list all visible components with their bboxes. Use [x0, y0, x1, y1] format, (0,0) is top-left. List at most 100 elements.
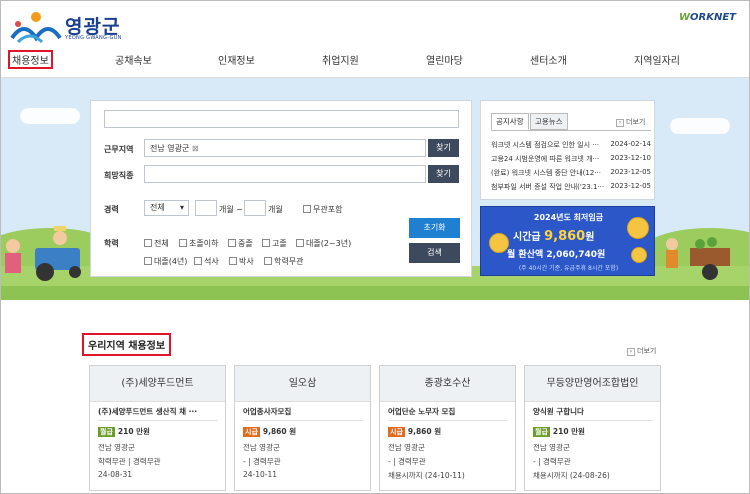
chevron-down-icon: ▾ [179, 203, 184, 212]
worknet-logo-text: ORKNET [690, 12, 737, 23]
region-field[interactable]: 전남 영광군 ⊠ [144, 139, 426, 157]
card-divider [98, 420, 218, 421]
edu-option-label: 석사 [204, 257, 219, 266]
checkbox-icon [228, 239, 236, 247]
deadline: 채용시까지 (24-10-11) [388, 471, 465, 480]
nav-open-forum[interactable]: 열린마당 [426, 52, 463, 67]
job-card[interactable]: (주)세양푸드먼트 (주)세양푸드먼트 생산직 채 ··· 월급 210 만원 전… [89, 365, 226, 491]
job-type-find-button[interactable]: 찾기 [428, 165, 459, 183]
region-find-button[interactable]: 찾기 [428, 139, 459, 157]
nav-public-recruit[interactable]: 공채속보 [115, 52, 152, 67]
yeonggwang-logo[interactable]: 영광군 YEONG GWANG-GUN [10, 8, 140, 44]
notice-title: 고용24 시범운영에 따른 워크넷 개··· [491, 155, 600, 163]
notice-item[interactable]: 워크넷 시스템 점검으로 인한 일시 ··· 2024-02-14 [491, 140, 651, 150]
card-divider [388, 420, 508, 421]
pay-info: 월급 210 만원 [533, 426, 585, 437]
career-month-unit: 개월 [268, 205, 283, 214]
edu-option-label: 대졸(2~3년) [306, 239, 352, 248]
card-divider [243, 420, 363, 421]
farmer-tractor-illustration [5, 226, 81, 281]
edu-option-elementary[interactable]: 초졸이하 [179, 238, 218, 249]
notice-date: 2024-02-14 [610, 140, 651, 148]
wage-title: 2024년도 최저임금 [533, 213, 604, 222]
notice-item[interactable]: 첨부파일 서버 증설 작업 안내('23.1··· 2023-12-05 [491, 182, 651, 192]
checkbox-icon [303, 205, 311, 213]
notice-more-label: 더보기 [626, 118, 646, 126]
tab-notices[interactable]: 공지사항 [491, 113, 529, 130]
edu-option-label: 초졸이하 [189, 239, 219, 248]
logo-mark-icon [10, 12, 62, 44]
edu-option-college-4[interactable]: 대졸(4년) [144, 256, 187, 267]
arrow-right-icon: › [627, 348, 635, 356]
edu-option-any[interactable]: 학력무관 [264, 256, 303, 267]
edu-option-master[interactable]: 석사 [194, 256, 219, 267]
edu-option-label: 박사 [239, 257, 254, 266]
notice-date: 2023-12-05 [610, 182, 651, 190]
job-card[interactable]: 종광호수산 어업단순 노무자 모집 시급 9,860 원 전남 영광군 - | 경… [379, 365, 516, 491]
notice-more-link[interactable]: › 더보기 [616, 117, 645, 127]
requirements: - | 경력무관 [388, 457, 426, 466]
ground-decoration [0, 286, 750, 300]
cart-illustration [666, 237, 730, 280]
coin-icon [489, 233, 509, 253]
region-label: 근무지역 [104, 145, 134, 154]
wage-note: (주 40시간 기준, 유급주휴 8시간 포함) [518, 265, 619, 272]
region-remove-icon[interactable]: ⊠ [192, 144, 199, 153]
career-min-input[interactable] [195, 200, 217, 216]
notice-item[interactable]: (완료) 워크넷 시스템 중단 안내(12··· 2023-12-05 [491, 168, 651, 178]
search-button[interactable]: 검색 [409, 243, 460, 263]
work-region: 전남 영광군 [388, 443, 425, 452]
job-card[interactable]: 무등양만영어조합법인 양식원 구합니다 월급 210 만원 전남 영광군 - | … [524, 365, 661, 491]
job-card[interactable]: 일오삼 어업종사자모집 시급 9,860 원 전남 영광군 - | 경력무관 24… [234, 365, 371, 491]
job-type-field[interactable] [144, 165, 426, 183]
cloud-decoration [670, 118, 730, 134]
checkbox-icon [194, 257, 202, 265]
checkbox-icon [144, 239, 152, 247]
notice-title: 첨부파일 서버 증설 작업 안내('23.1··· [491, 183, 605, 191]
company-name: 무등양만영어조합법인 [525, 366, 660, 402]
logo-subtitle: YEONG GWANG-GUN [65, 35, 122, 41]
requirements: - | 경력무관 [243, 457, 281, 466]
nav-job-info[interactable]: 채용정보 [8, 50, 53, 69]
company-name: 일오삼 [235, 366, 370, 402]
education-label: 학력 [104, 239, 119, 248]
edu-option-label: 대졸(4년) [154, 257, 188, 266]
notice-date: 2023-12-10 [610, 154, 651, 162]
worknet-logo-w: W [679, 12, 691, 23]
notice-title: 워크넷 시스템 점검으로 인한 일시 ··· [491, 141, 599, 149]
keyword-input[interactable] [104, 110, 459, 128]
edu-option-college-2-3[interactable]: 대졸(2~3년) [296, 238, 351, 249]
edu-option-high[interactable]: 고졸 [262, 238, 287, 249]
section-more-link[interactable]: › 더보기 [627, 346, 656, 356]
wage-monthly: 월 환산액 2,060,740원 [507, 250, 606, 260]
nav-job-support[interactable]: 취업지원 [322, 52, 359, 67]
nav-center-intro[interactable]: 센터소개 [530, 52, 567, 67]
job-title: 어업단순 노무자 모집 [388, 407, 456, 416]
wage-hourly-value: 9,860 [544, 229, 586, 244]
work-region: 전남 영광군 [533, 443, 570, 452]
reset-button[interactable]: 초기화 [409, 218, 460, 238]
career-select[interactable]: 전체 ▾ [144, 200, 189, 216]
nav-local-jobs[interactable]: 지역일자리 [634, 52, 680, 67]
notice-item[interactable]: 고용24 시범운영에 따른 워크넷 개··· 2023-12-10 [491, 154, 651, 164]
career-max-input[interactable] [244, 200, 266, 216]
tab-job-news[interactable]: 고용뉴스 [530, 113, 568, 130]
minimum-wage-banner[interactable]: 2024년도 최저임금 시간급 9,860원 월 환산액 2,060,740원 … [480, 206, 655, 276]
job-title: 양식원 구합니다 [533, 407, 584, 416]
pay-type-badge: 월급 [533, 427, 550, 437]
nav-talent-info[interactable]: 인재정보 [218, 52, 255, 67]
career-label: 경력 [104, 205, 119, 214]
work-region: 전남 영광군 [98, 443, 135, 452]
edu-option-doctor[interactable]: 박사 [229, 256, 254, 267]
no-career-checkbox[interactable]: 무관포함 [303, 204, 342, 215]
edu-option-middle[interactable]: 중졸 [228, 238, 253, 249]
edu-option-all[interactable]: 전체 [144, 238, 169, 249]
pay-type-badge: 시급 [388, 427, 405, 437]
wage-hourly-label: 시간급 [513, 232, 541, 243]
edu-option-label: 고졸 [272, 239, 287, 248]
company-name: (주)세양푸드먼트 [90, 366, 225, 402]
coin-icon [631, 247, 647, 263]
pay-type-badge: 월급 [98, 427, 115, 437]
worknet-logo[interactable]: WORKNET [679, 12, 736, 23]
region-value: 전남 영광군 [150, 144, 190, 153]
